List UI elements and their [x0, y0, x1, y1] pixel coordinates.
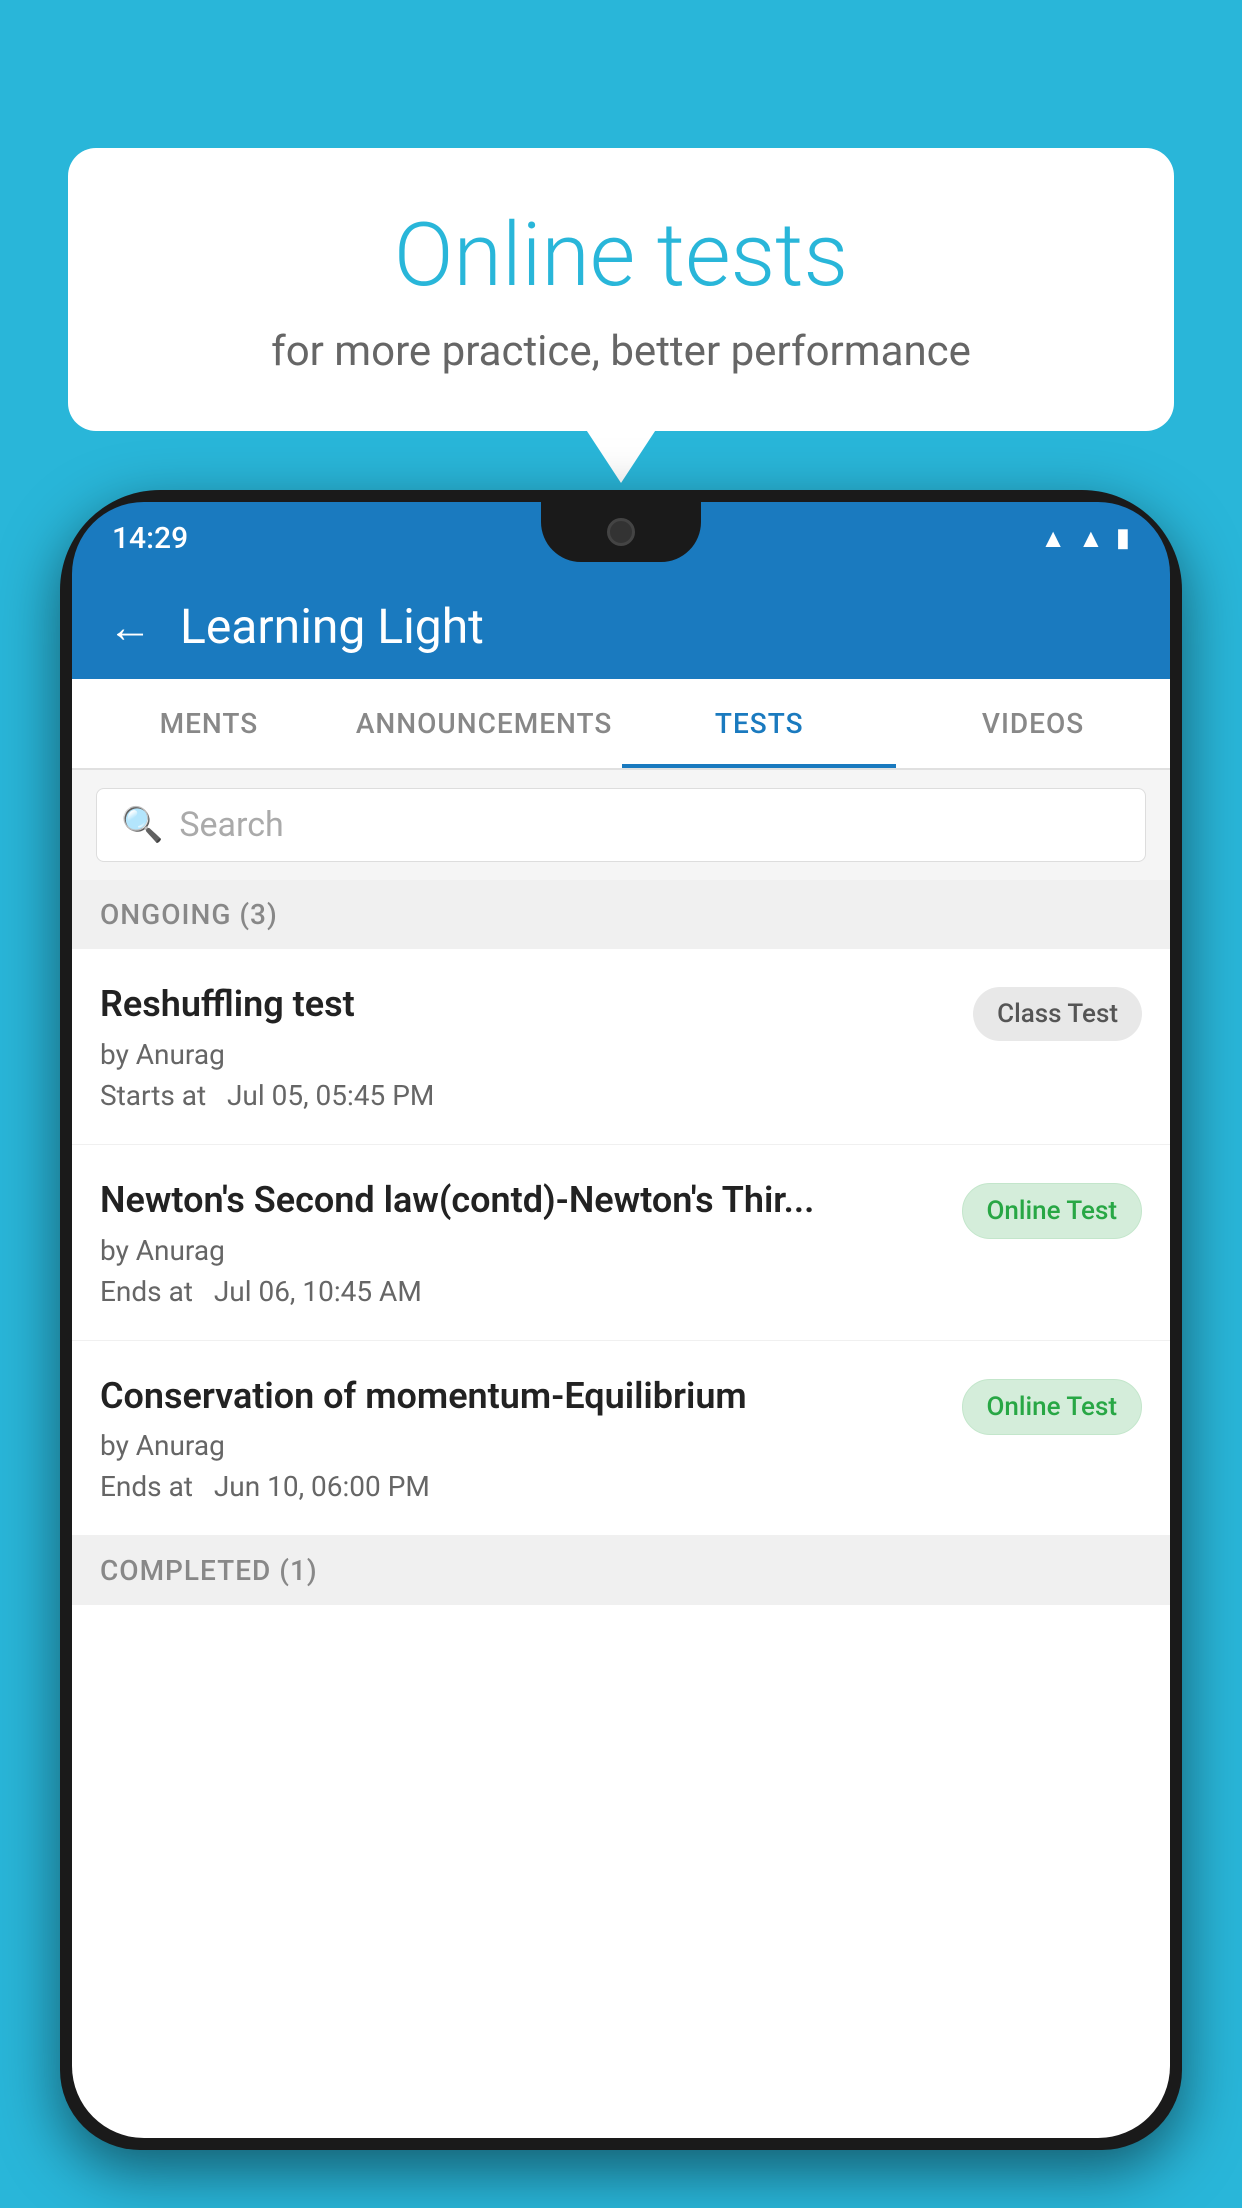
- test-info-2: Newton's Second law(contd)-Newton's Thir…: [100, 1177, 962, 1308]
- test-info-1: Reshuffling test by Anurag Starts at Jul…: [100, 981, 973, 1112]
- phone-outer: 14:29 ▲ ▲ ▮ ← Learning Light MENTS: [60, 490, 1182, 2150]
- speech-bubble-subtitle: for more practice, better performance: [118, 327, 1124, 376]
- app-header: ← Learning Light: [72, 574, 1170, 679]
- completed-section-header: COMPLETED (1): [72, 1536, 1170, 1605]
- test-item-1[interactable]: Reshuffling test by Anurag Starts at Jul…: [72, 949, 1170, 1145]
- search-icon: 🔍: [121, 805, 163, 845]
- speech-bubble-title: Online tests: [118, 208, 1124, 305]
- tab-ments[interactable]: MENTS: [72, 679, 346, 768]
- badge-online-test-2: Online Test: [962, 1183, 1143, 1239]
- battery-icon: ▮: [1116, 523, 1130, 553]
- test-item-3[interactable]: Conservation of momentum-Equilibrium by …: [72, 1341, 1170, 1537]
- test-author-2: by Anurag: [100, 1234, 942, 1267]
- ongoing-section-header: ONGOING (3): [72, 880, 1170, 949]
- tab-announcements[interactable]: ANNOUNCEMENTS: [346, 679, 622, 768]
- wifi-icon: ▲: [1040, 523, 1066, 554]
- tab-videos[interactable]: VIDEOS: [896, 679, 1170, 768]
- phone-notch: [541, 502, 701, 562]
- badge-class-test-1: Class Test: [973, 987, 1142, 1041]
- speech-bubble: Online tests for more practice, better p…: [68, 148, 1174, 431]
- status-time: 14:29: [112, 521, 188, 556]
- phone-frame: 14:29 ▲ ▲ ▮ ← Learning Light MENTS: [60, 490, 1182, 2208]
- test-time-1: Starts at Jul 05, 05:45 PM: [100, 1079, 953, 1112]
- phone-screen: ← Learning Light MENTS ANNOUNCEMENTS TES…: [72, 574, 1170, 2138]
- test-author-1: by Anurag: [100, 1038, 953, 1071]
- test-time-2: Ends at Jul 06, 10:45 AM: [100, 1275, 942, 1308]
- signal-icon: ▲: [1078, 523, 1104, 554]
- status-icons: ▲ ▲ ▮: [1040, 523, 1130, 554]
- badge-online-test-3: Online Test: [962, 1379, 1143, 1435]
- test-list: Reshuffling test by Anurag Starts at Jul…: [72, 949, 1170, 1536]
- test-name-3: Conservation of momentum-Equilibrium: [100, 1373, 942, 1420]
- tab-tests[interactable]: TESTS: [622, 679, 896, 768]
- phone-camera: [607, 518, 635, 546]
- speech-bubble-container: Online tests for more practice, better p…: [68, 148, 1174, 431]
- test-name-2: Newton's Second law(contd)-Newton's Thir…: [100, 1177, 942, 1224]
- test-time-3: Ends at Jun 10, 06:00 PM: [100, 1470, 942, 1503]
- test-author-3: by Anurag: [100, 1429, 942, 1462]
- back-button[interactable]: ←: [108, 605, 152, 649]
- status-bar: 14:29 ▲ ▲ ▮: [72, 502, 1170, 574]
- tabs-container: MENTS ANNOUNCEMENTS TESTS VIDEOS: [72, 679, 1170, 770]
- test-name-1: Reshuffling test: [100, 981, 953, 1028]
- search-bar[interactable]: 🔍 Search: [96, 788, 1146, 862]
- app-title: Learning Light: [180, 598, 484, 655]
- search-container: 🔍 Search: [72, 770, 1170, 880]
- test-info-3: Conservation of momentum-Equilibrium by …: [100, 1373, 962, 1504]
- search-placeholder: Search: [179, 805, 283, 845]
- test-item-2[interactable]: Newton's Second law(contd)-Newton's Thir…: [72, 1145, 1170, 1341]
